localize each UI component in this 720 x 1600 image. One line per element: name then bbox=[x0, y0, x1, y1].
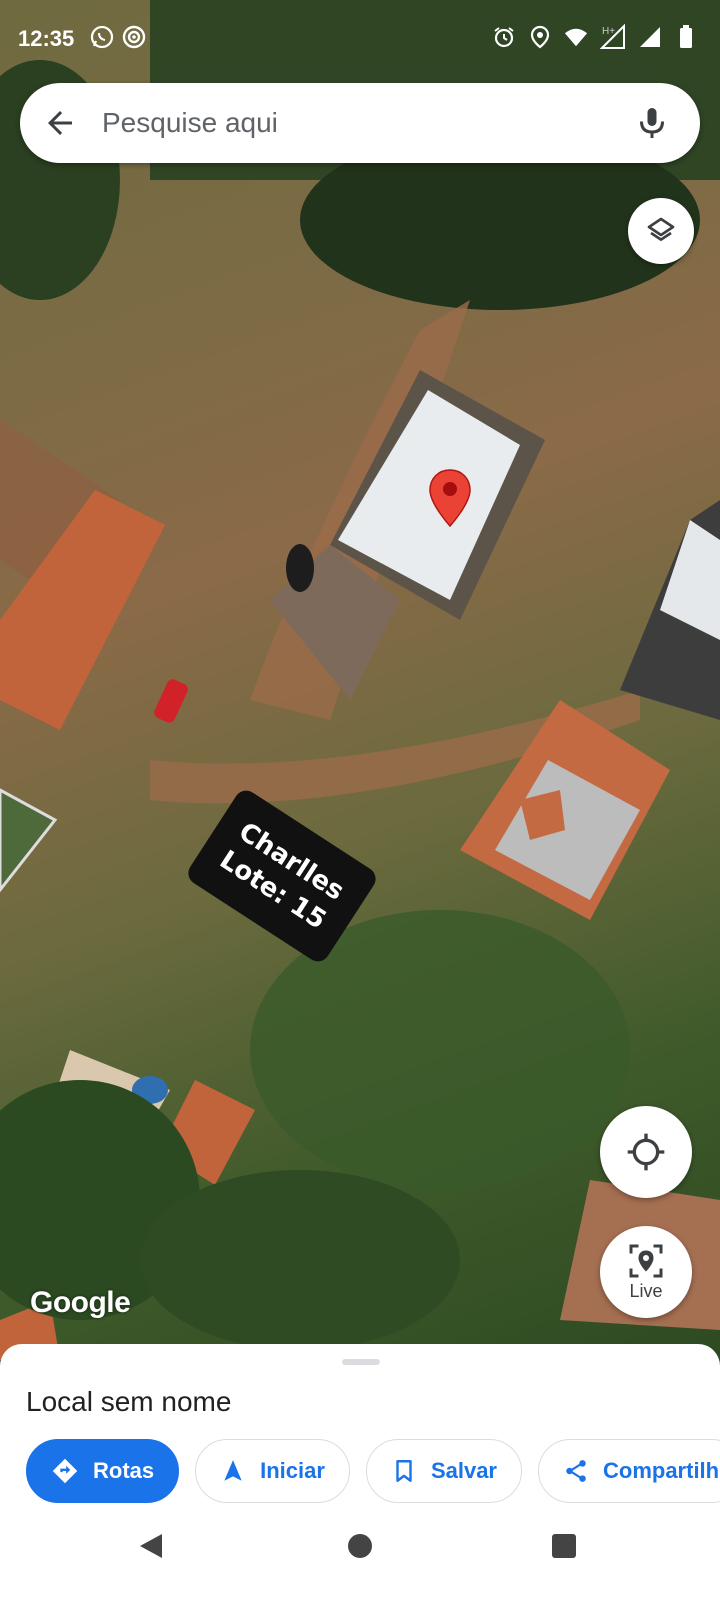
directions-button[interactable]: Rotas bbox=[26, 1439, 180, 1503]
search-bar[interactable] bbox=[20, 83, 700, 163]
wifi-icon bbox=[564, 24, 588, 50]
share-icon bbox=[566, 1460, 586, 1482]
live-view-button[interactable]: Live bbox=[600, 1226, 692, 1318]
battery-icon bbox=[674, 24, 698, 50]
signal-app-icon bbox=[122, 24, 146, 50]
alarm-icon bbox=[492, 24, 516, 50]
back-arrow-icon[interactable] bbox=[42, 105, 78, 141]
action-chips: Rotas Iniciar Salvar Compartilh bbox=[26, 1439, 720, 1503]
my-location-button[interactable] bbox=[600, 1106, 692, 1198]
network-type: H+ bbox=[602, 26, 615, 37]
directions-label: Rotas bbox=[93, 1458, 155, 1483]
search-input[interactable] bbox=[100, 100, 624, 146]
system-nav-bar bbox=[0, 1504, 720, 1600]
save-button[interactable]: Salvar bbox=[365, 1439, 522, 1503]
layers-button[interactable] bbox=[628, 198, 694, 264]
directions-icon bbox=[52, 1458, 78, 1484]
share-button[interactable]: Compartilh bbox=[538, 1439, 720, 1503]
layers-icon bbox=[647, 217, 675, 241]
nav-home-button[interactable] bbox=[348, 1534, 372, 1558]
start-label: Iniciar bbox=[260, 1458, 325, 1483]
microphone-icon[interactable] bbox=[634, 105, 670, 141]
nav-back-button[interactable] bbox=[138, 1532, 164, 1565]
start-navigation-button[interactable]: Iniciar bbox=[195, 1439, 350, 1503]
location-pin-icon[interactable] bbox=[428, 468, 472, 528]
nav-back-icon bbox=[140, 1534, 162, 1558]
signal-icon bbox=[638, 24, 662, 50]
live-view-icon bbox=[629, 1244, 663, 1277]
navigation-icon bbox=[224, 1460, 242, 1481]
h-plus-network-icon: H+ bbox=[600, 24, 626, 50]
status-bar: 12:35 H+ bbox=[0, 0, 720, 80]
bookmark-icon bbox=[396, 1460, 412, 1482]
whatsapp-icon bbox=[90, 24, 114, 50]
drag-handle[interactable] bbox=[342, 1359, 380, 1365]
location-icon bbox=[528, 24, 552, 50]
live-label: Live bbox=[629, 1280, 663, 1301]
status-time: 12:35 bbox=[18, 26, 75, 51]
google-logo: Google bbox=[30, 1286, 131, 1319]
nav-recents-button[interactable] bbox=[552, 1534, 576, 1558]
crosshair-icon bbox=[627, 1133, 665, 1171]
place-title: Local sem nome bbox=[26, 1386, 232, 1417]
save-label: Salvar bbox=[430, 1458, 497, 1483]
share-label: Compartilh bbox=[603, 1458, 720, 1483]
